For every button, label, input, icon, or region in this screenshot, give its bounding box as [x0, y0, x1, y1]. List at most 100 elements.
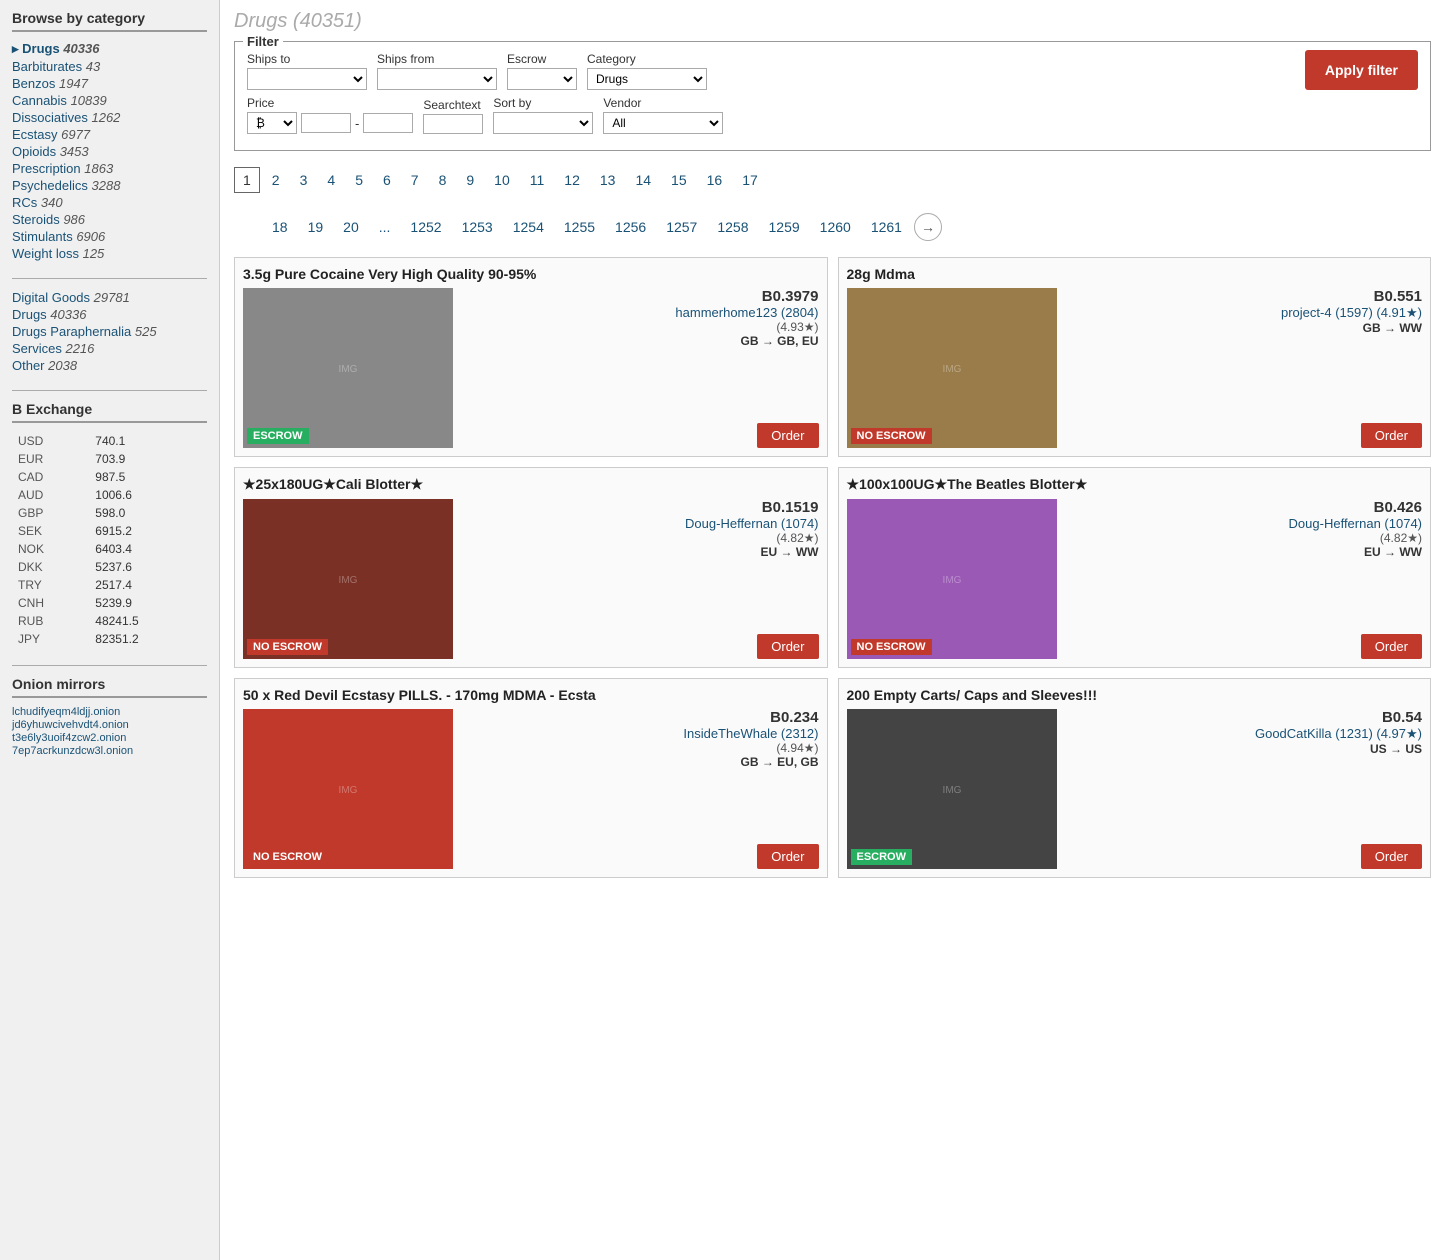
- onion-link[interactable]: jd6yhuwcivehvdt4.onion: [12, 719, 207, 731]
- sidebar-secondary-drugs[interactable]: Drugs 40336: [12, 306, 207, 323]
- page-link-7[interactable]: 7: [403, 168, 427, 192]
- page-title: Drugs (40351): [234, 10, 1431, 33]
- vendor-select[interactable]: All: [603, 112, 723, 134]
- vendor-link[interactable]: GoodCatKilla (1231) (4.97★): [1067, 726, 1423, 742]
- sortby-select[interactable]: [493, 112, 593, 134]
- page-link-8[interactable]: 8: [431, 168, 455, 192]
- exchange-row-cnh: CNH5239.9: [14, 595, 205, 611]
- sidebar-item-weight-loss[interactable]: Weight loss 125: [12, 245, 207, 262]
- vendor-link[interactable]: Doug-Heffernan (1074): [1067, 516, 1423, 531]
- page-link-19[interactable]: 19: [300, 215, 332, 239]
- ships-from-group: Ships from: [377, 52, 497, 90]
- page-link-6[interactable]: 6: [375, 168, 399, 192]
- searchtext-label: Searchtext: [423, 98, 483, 112]
- page-link-15[interactable]: 15: [663, 168, 695, 192]
- escrow-select[interactable]: [507, 68, 577, 90]
- sidebar-item-opioids[interactable]: Opioids 3453: [12, 143, 207, 160]
- sidebar-item-ecstasy[interactable]: Ecstasy 6977: [12, 126, 207, 143]
- vendor-link[interactable]: Doug-Heffernan (1074): [463, 516, 819, 531]
- exchange-row-cad: CAD987.5: [14, 469, 205, 485]
- page-link-1260[interactable]: 1260: [812, 215, 859, 239]
- page-link-12[interactable]: 12: [556, 168, 588, 192]
- sidebar-secondary-digital-goods[interactable]: Digital Goods 29781: [12, 289, 207, 306]
- page-link-10[interactable]: 10: [486, 168, 518, 192]
- price-max-input[interactable]: [363, 113, 413, 133]
- page-link-14[interactable]: 14: [627, 168, 659, 192]
- exchange-row-jpy: JPY82351.2: [14, 631, 205, 647]
- page-link-1259[interactable]: 1259: [761, 215, 808, 239]
- order-button[interactable]: Order: [757, 844, 818, 869]
- category-select[interactable]: Drugs: [587, 68, 707, 90]
- page-link-1252[interactable]: 1252: [402, 215, 449, 239]
- searchtext-group: Searchtext: [423, 98, 483, 134]
- page-link-1254[interactable]: 1254: [505, 215, 552, 239]
- page-link-1[interactable]: 1: [234, 167, 260, 193]
- sidebar-item-dissociatives[interactable]: Dissociatives 1262: [12, 109, 207, 126]
- vendor-link[interactable]: project-4 (1597) (4.91★): [1067, 305, 1423, 321]
- order-button[interactable]: Order: [757, 423, 818, 448]
- page-link-13[interactable]: 13: [592, 168, 624, 192]
- product-rating: (4.82★): [1067, 531, 1423, 545]
- next-page-arrow[interactable]: →: [914, 213, 942, 241]
- sidebar-item-prescription[interactable]: Prescription 1863: [12, 160, 207, 177]
- page-link-18[interactable]: 18: [264, 215, 296, 239]
- sidebar-secondary-services[interactable]: Services 2216: [12, 340, 207, 357]
- page-link-3[interactable]: 3: [292, 168, 316, 192]
- product-title: 50 x Red Devil Ecstasy PILLS. - 170mg MD…: [243, 687, 819, 703]
- order-button[interactable]: Order: [1361, 634, 1422, 659]
- onion-link[interactable]: 7ep7acrkunzdcw3l.onion: [12, 745, 207, 757]
- order-button[interactable]: Order: [1361, 423, 1422, 448]
- order-button[interactable]: Order: [1361, 844, 1422, 869]
- sidebar-item-cannabis[interactable]: Cannabis 10839: [12, 92, 207, 109]
- onion-link[interactable]: lchudifyeqm4ldjj.onion: [12, 706, 207, 718]
- product-shipping: GB → WW: [1067, 321, 1423, 335]
- apply-filter-button[interactable]: Apply filter: [1305, 50, 1418, 90]
- page-link-1257[interactable]: 1257: [658, 215, 705, 239]
- ships-to-label: Ships to: [247, 52, 367, 66]
- product-price: B0.54: [1067, 709, 1423, 726]
- sidebar-secondary-other[interactable]: Other 2038: [12, 357, 207, 374]
- escrow-badge: ESCROW: [851, 849, 913, 865]
- sidebar-item-psychedelics[interactable]: Psychedelics 3288: [12, 177, 207, 194]
- price-currency-select[interactable]: ₿: [247, 112, 297, 134]
- page-link-11[interactable]: 11: [522, 168, 553, 192]
- onion-link[interactable]: t3e6ly3uoif4zcw2.onion: [12, 732, 207, 744]
- sidebar-item-benzos[interactable]: Benzos 1947: [12, 75, 207, 92]
- page-link-1261[interactable]: 1261: [863, 215, 910, 239]
- product-card: 3.5g Pure Cocaine Very High Quality 90-9…: [234, 257, 828, 457]
- sidebar-item-steroids[interactable]: Steroids 986: [12, 211, 207, 228]
- page-link-20[interactable]: 20: [335, 215, 367, 239]
- sortby-label: Sort by: [493, 96, 593, 110]
- ships-from-label: Ships from: [377, 52, 497, 66]
- sidebar-item-stimulants[interactable]: Stimulants 6906: [12, 228, 207, 245]
- sidebar-item-drugs[interactable]: ▸ Drugs 40336: [12, 40, 207, 58]
- vendor-link[interactable]: InsideTheWhale (2312): [463, 726, 819, 741]
- page-link-2[interactable]: 2: [264, 168, 288, 192]
- price-min-input[interactable]: [301, 113, 351, 133]
- price-label: Price: [247, 96, 413, 110]
- product-image: IMG ESCROW: [847, 709, 1057, 869]
- page-link-1255[interactable]: 1255: [556, 215, 603, 239]
- product-body: IMG ESCROW B0.3979 hammerhome123 (2804)(…: [243, 288, 819, 448]
- page-link-4[interactable]: 4: [319, 168, 343, 192]
- page-link-9[interactable]: 9: [458, 168, 482, 192]
- searchtext-input[interactable]: [423, 114, 483, 134]
- ships-from-select[interactable]: [377, 68, 497, 90]
- page-link-17[interactable]: 17: [734, 168, 766, 192]
- page-link-1253[interactable]: 1253: [454, 215, 501, 239]
- page-link-16[interactable]: 16: [699, 168, 731, 192]
- page-link-1258[interactable]: 1258: [709, 215, 756, 239]
- order-button[interactable]: Order: [757, 634, 818, 659]
- page-link-1256[interactable]: 1256: [607, 215, 654, 239]
- page-link-5[interactable]: 5: [347, 168, 371, 192]
- ships-to-select[interactable]: [247, 68, 367, 90]
- sidebar-secondary-drugs-paraphernalia[interactable]: Drugs Paraphernalia 525: [12, 323, 207, 340]
- sidebar-item-rcs[interactable]: RCs 340: [12, 194, 207, 211]
- product-title: ★25x180UG★Cali Blotter★: [243, 476, 819, 493]
- product-image: IMG NO ESCROW: [847, 499, 1057, 659]
- product-body: IMG NO ESCROW B0.1519 Doug-Heffernan (10…: [243, 499, 819, 659]
- vendor-link[interactable]: hammerhome123 (2804): [463, 305, 819, 320]
- product-rating: (4.82★): [463, 531, 819, 545]
- sidebar-item-barbiturates[interactable]: Barbiturates 43: [12, 58, 207, 75]
- product-grid: 3.5g Pure Cocaine Very High Quality 90-9…: [234, 257, 1431, 878]
